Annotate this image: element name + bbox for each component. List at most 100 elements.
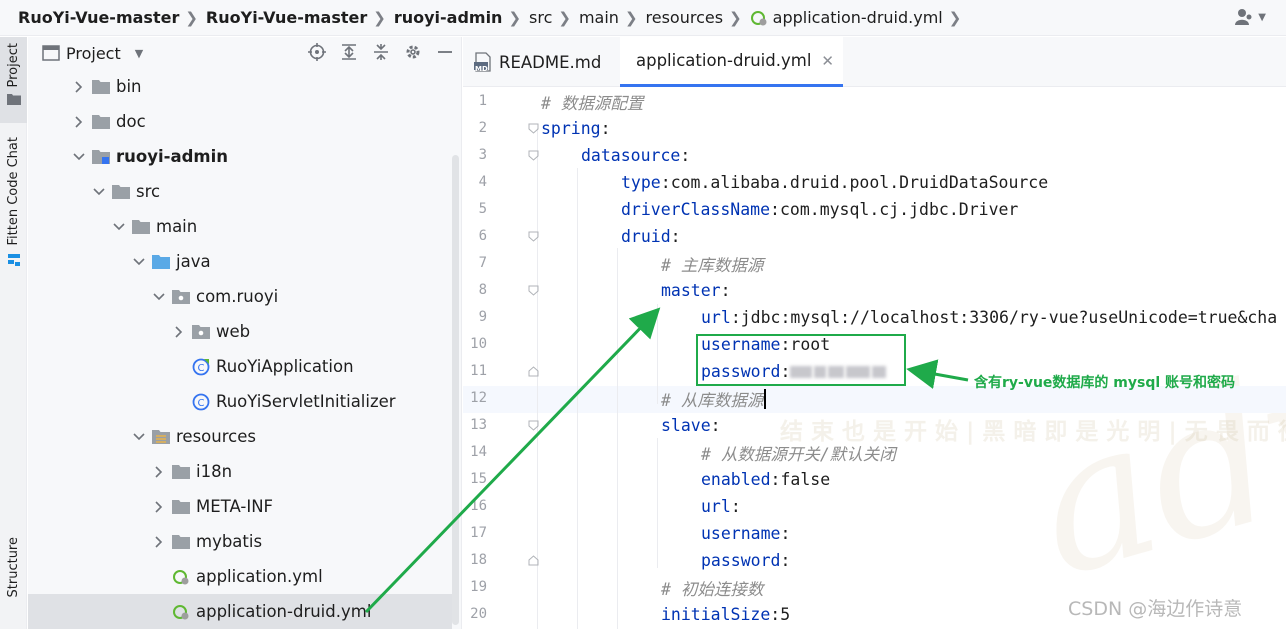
chevron-down-icon[interactable] [92,187,106,196]
comment: # 从库数据源 [661,390,764,410]
collapse-all-icon[interactable] [372,43,390,61]
code-line-6: druid: [621,223,681,250]
tree-item-label: i18n [196,462,233,481]
yaml-key: spring [541,119,601,138]
yaml-value: false [780,470,831,489]
tree-item-label: RuoYiApplication [216,357,354,376]
indent-guide [617,248,618,629]
tree-item-web[interactable]: web [28,314,452,349]
gear-icon[interactable] [404,43,422,61]
tree-item-i18n[interactable]: i18n [28,454,452,489]
chevron-down-icon[interactable] [152,292,166,301]
chevron-down-icon[interactable] [112,222,126,231]
chevron-right-icon[interactable] [152,535,166,548]
tree-item-application-yml[interactable]: application.yml [28,559,452,594]
chevron-right-icon[interactable] [152,500,166,513]
chevron-down-icon[interactable] [72,152,86,161]
line-number: 5 [478,201,487,217]
close-icon[interactable]: ✕ [821,52,834,70]
structure-tool-button[interactable]: Structure [0,537,27,607]
chevron-right-icon[interactable] [152,465,166,478]
chevron-down-icon[interactable] [132,432,146,441]
yaml-key: driverClassName [621,200,771,219]
breadcrumb-item-main[interactable]: main [579,8,619,27]
tree-item-meta-inf[interactable]: META-INF [28,489,452,524]
yaml-key: datasource [581,146,681,165]
tree-item-mybatis[interactable]: mybatis [28,524,452,559]
chevron-right-icon: ❯ [373,8,386,27]
code-line-8: master: [661,277,731,304]
fold-end-marker-icon[interactable] [528,366,539,377]
breadcrumb-item-src[interactable]: src [529,8,552,27]
chevron-down-icon[interactable] [132,257,146,266]
user-icon [1235,9,1252,25]
tab-application-druid-yml[interactable]: application-druid.yml ✕ [620,37,843,87]
fold-marker-icon[interactable] [528,420,539,431]
colon: : [780,551,791,570]
line-number: 13 [470,417,487,433]
colon: : [770,200,780,219]
folder-icon [92,80,110,94]
tree-item-resources[interactable]: resources [28,419,452,454]
tree-item-ruoyiapplication[interactable]: C RuoYiApplication [28,349,452,384]
chevron-right-icon[interactable] [72,80,86,93]
tree-item-main[interactable]: main [28,209,452,244]
code-line-14: # 从数据源开关/默认关闭 [701,439,896,466]
yaml-key: druid [621,227,671,246]
chevron-right-icon[interactable] [172,325,186,338]
tree-item-application-druid-yml[interactable]: application-druid.yml [28,594,452,629]
yaml-file-icon [173,604,189,619]
fold-marker-icon[interactable] [528,123,539,134]
breadcrumb-item-root[interactable]: RuoYi-Vue-master [206,8,367,27]
tree-scrollbar[interactable] [452,155,459,625]
code-line-20: initialSize: 5 [661,601,790,628]
indent-guide [657,438,658,568]
project-panel: Project ▼ bin doc ruoyi-admin src main j… [28,37,462,629]
tree-item-java[interactable]: java [28,244,452,279]
expand-all-icon[interactable] [340,43,358,61]
colon: : [680,146,691,165]
tool-window-strip: Project Fitten Code Chat Structure [0,37,27,629]
breadcrumb-item-project[interactable]: RuoYi-Vue-master [18,8,179,27]
chevron-right-icon[interactable] [72,115,86,128]
line-number: 12 [470,390,487,406]
tree-item-src[interactable]: src [28,174,452,209]
tree-item-label: doc [116,112,146,131]
tree-item-bin[interactable]: bin [28,69,452,104]
line-number: 4 [478,174,487,190]
code-line-2: spring: [541,115,611,142]
tree-item-com-ruoyi[interactable]: com.ruoyi [28,279,452,314]
project-tool-button[interactable]: Project [0,37,27,123]
line-number: 1 [478,93,487,109]
fitten-code-chat-button[interactable]: Fitten Code Chat [0,137,27,277]
fold-marker-icon[interactable] [528,150,539,161]
user-menu-button[interactable]: ▼ [1234,8,1266,26]
tab-label: application-druid.yml [636,51,812,70]
tree-item-doc[interactable]: doc [28,104,452,139]
chevron-down-icon: ▼ [1258,11,1266,23]
tree-item-ruoyi-admin[interactable]: ruoyi-admin [28,139,452,174]
fitten-code-chat-label: Fitten Code Chat [6,137,21,246]
view-dropdown-chevron-icon[interactable]: ▼ [135,47,143,60]
locate-file-icon[interactable] [308,43,326,61]
folder-icon [92,115,110,129]
minimize-icon[interactable] [436,43,454,61]
tree-item-label: mybatis [196,532,263,551]
tree-item-label: com.ruoyi [196,287,279,306]
colon: : [780,524,791,543]
tab-readme[interactable]: MD README.md [463,37,615,87]
line-number: 14 [470,444,487,460]
tree-item-ruoyiservletinitializer[interactable]: C RuoYiServletInitializer [28,384,452,419]
code-line-15: enabled: false [701,466,830,493]
fold-end-marker-icon[interactable] [528,555,539,566]
fold-marker-icon[interactable] [528,285,539,296]
tree-item-label: resources [176,427,256,446]
folder-icon [172,465,190,479]
line-number: 3 [478,147,487,163]
folder-icon [6,94,21,106]
breadcrumb-item-resources[interactable]: resources [646,8,724,27]
breadcrumb-item-module[interactable]: ruoyi-admin [394,8,503,27]
code-line-18: password: [701,547,790,574]
breadcrumb-item-file[interactable]: application-druid.yml [750,8,943,27]
fold-marker-icon[interactable] [528,231,539,242]
